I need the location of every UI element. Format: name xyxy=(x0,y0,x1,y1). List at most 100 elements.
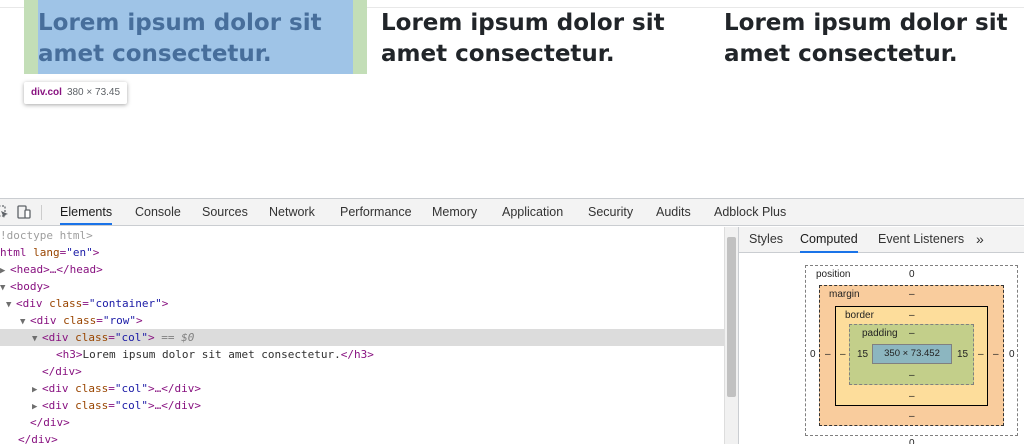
column-3[interactable]: Lorem ipsum dolor sit amet consectetur. xyxy=(710,0,1024,74)
row-attr-name: class xyxy=(63,314,97,327)
col-close-tag: </div> xyxy=(42,365,82,378)
margin-label: margin xyxy=(829,289,860,300)
col-3-attr-value: "col" xyxy=(114,399,148,412)
side-tab-event-listeners[interactable]: Event Listeners xyxy=(878,227,964,253)
col-tag: <div xyxy=(42,331,69,344)
container-tag: <div xyxy=(16,297,43,310)
inspect-element-icon[interactable] xyxy=(0,204,10,220)
dom-line-container-close[interactable]: </div> xyxy=(0,431,724,444)
margin-left-value[interactable]: – xyxy=(825,349,831,360)
border-label: border xyxy=(845,310,874,321)
column-3-heading: Lorem ipsum dolor sit amet consectetur. xyxy=(724,10,1008,67)
dom-line-col-close[interactable]: </div> xyxy=(0,363,724,380)
side-tab-computed[interactable]: Computed xyxy=(800,227,858,253)
dom-line-row-close[interactable]: </div> xyxy=(0,414,724,431)
col-2-tag: <div xyxy=(42,382,69,395)
col-3-attr-name: class xyxy=(75,399,109,412)
col-attr-name: class xyxy=(75,331,109,344)
border-top-value[interactable]: – xyxy=(909,310,915,321)
device-toolbar-icon[interactable] xyxy=(16,204,32,220)
dom-line-html[interactable]: html lang="en"> xyxy=(0,244,724,261)
border-right-value[interactable]: – xyxy=(978,349,984,360)
side-pane: Styles Computed Event Listeners » 350 × … xyxy=(738,227,1024,444)
side-pane-tabs: Styles Computed Event Listeners » xyxy=(739,227,1024,253)
html-attr-value: "en" xyxy=(66,246,93,259)
tooltip-dimensions: 380 × 73.45 xyxy=(66,87,121,98)
col-3-tag: <div xyxy=(42,399,69,412)
padding-bottom-value[interactable]: – xyxy=(909,370,915,381)
position-label: position xyxy=(816,269,851,280)
selected-node-marker: == $0 xyxy=(161,331,195,344)
doctype-text: !doctype html> xyxy=(0,229,93,242)
more-tabs-chevron-icon[interactable]: » xyxy=(976,227,984,253)
container-close-tag: </div> xyxy=(18,433,58,444)
dom-line-row[interactable]: ▼ <div class="row"> xyxy=(0,312,724,329)
position-right-value[interactable]: 0 xyxy=(1009,349,1015,360)
container-attr-value: "container" xyxy=(88,297,162,310)
col-attr-value: "col" xyxy=(114,331,148,344)
position-left-value[interactable]: 0 xyxy=(810,349,816,360)
tab-audits[interactable]: Audits xyxy=(656,199,691,225)
row-tag: <div xyxy=(30,314,57,327)
margin-top-value[interactable]: – xyxy=(909,289,915,300)
h3-text: Lorem ipsum dolor sit amet consectetur. xyxy=(82,348,341,361)
html-attr-name: lang xyxy=(33,246,60,259)
tab-performance[interactable]: Performance xyxy=(340,199,412,225)
col-2-tail: …</div> xyxy=(154,382,201,395)
col-3-tail: …</div> xyxy=(154,399,201,412)
tab-security[interactable]: Security xyxy=(588,199,633,225)
dom-line-body[interactable]: ▼ <body> xyxy=(0,278,724,295)
dom-line-doctype[interactable]: !doctype html> xyxy=(0,227,724,244)
dom-line-col-3[interactable]: ▶ <div class="col">…</div> xyxy=(0,397,724,414)
head-tag: <head>…</head> xyxy=(10,263,103,276)
dom-line-head[interactable]: ▶ <head>…</head> xyxy=(0,261,724,278)
inspect-tooltip: div.col 380 × 73.45 xyxy=(24,82,128,104)
scrollbar-thumb[interactable] xyxy=(727,237,736,397)
side-tab-styles[interactable]: Styles xyxy=(749,227,783,253)
position-top-value[interactable]: 0 xyxy=(909,269,915,280)
box-model-content[interactable]: 350 × 73.452 xyxy=(872,344,952,364)
dom-line-container[interactable]: ▼ <div class="container"> xyxy=(0,295,724,312)
tab-sources[interactable]: Sources xyxy=(202,199,248,225)
screenshot-root: Lorem ipsum dolor sit amet consectetur. … xyxy=(0,0,1024,444)
padding-label: padding xyxy=(862,328,898,339)
column-1-heading: Lorem ipsum dolor sit amet consectetur. xyxy=(38,10,322,67)
tab-elements[interactable]: Elements xyxy=(60,199,113,225)
tab-network[interactable]: Network xyxy=(269,199,315,225)
devtools-panel: Elements Console Sources Network Perform… xyxy=(0,198,1024,444)
dom-line-col-2[interactable]: ▶ <div class="col">…</div> xyxy=(0,380,724,397)
tab-application[interactable]: Application xyxy=(502,199,563,225)
elements-tree: !doctype html> html lang="en"> ▶ <head>…<… xyxy=(0,227,724,444)
margin-right-value[interactable]: – xyxy=(993,349,999,360)
column-2[interactable]: Lorem ipsum dolor sit amet consectetur. xyxy=(367,0,710,74)
tabbar-separator xyxy=(41,205,42,220)
column-1-content-highlight: Lorem ipsum dolor sit amet consectetur. xyxy=(38,0,353,74)
elements-scrollbar[interactable] xyxy=(724,227,738,444)
tab-adblock-plus[interactable]: Adblock Plus xyxy=(714,199,786,225)
row-attr-value: "row" xyxy=(102,314,136,327)
container-attr-name: class xyxy=(49,297,83,310)
border-bottom-value[interactable]: – xyxy=(909,391,915,402)
html-tag: html xyxy=(0,246,27,259)
h3-open-tag: <h3> xyxy=(56,348,83,361)
margin-bottom-value[interactable]: – xyxy=(909,411,915,422)
dom-line-h3[interactable]: <h3>Lorem ipsum dolor sit amet consectet… xyxy=(0,346,724,363)
devtools-tabbar: Elements Console Sources Network Perform… xyxy=(0,199,1024,226)
h3-close-tag: </h3> xyxy=(340,348,374,361)
col-2-attr-value: "col" xyxy=(114,382,148,395)
body-tag: <body> xyxy=(10,280,50,293)
page-viewport: Lorem ipsum dolor sit amet consectetur. … xyxy=(0,0,1024,198)
col-2-attr-name: class xyxy=(75,382,109,395)
column-2-heading: Lorem ipsum dolor sit amet consectetur. xyxy=(381,10,665,67)
position-bottom-value[interactable]: 0 xyxy=(909,438,915,444)
dom-line-col-selected[interactable]: ▼ <div class="col"> == $0 xyxy=(0,329,724,346)
tab-memory[interactable]: Memory xyxy=(432,199,477,225)
tooltip-tag: div.col xyxy=(31,87,62,98)
padding-top-value[interactable]: – xyxy=(909,328,915,339)
padding-right-value[interactable]: 15 xyxy=(957,349,968,360)
tab-console[interactable]: Console xyxy=(135,199,181,225)
column-1-highlighted[interactable]: Lorem ipsum dolor sit amet consectetur. xyxy=(24,0,367,74)
row-close-tag: </div> xyxy=(30,416,70,429)
padding-left-value[interactable]: 15 xyxy=(857,349,868,360)
border-left-value[interactable]: – xyxy=(840,349,846,360)
